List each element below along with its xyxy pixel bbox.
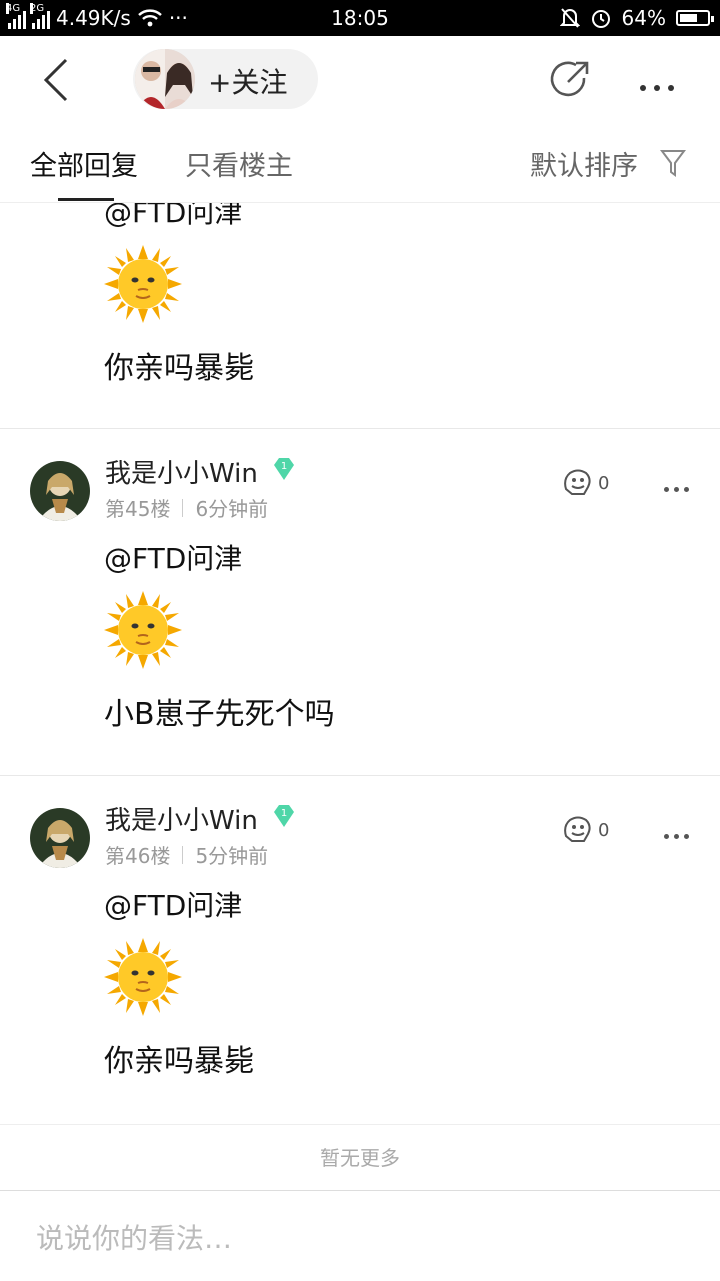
alarm-icon [591, 10, 610, 28]
user-avatar[interactable] [30, 808, 90, 868]
like-icon[interactable] [560, 467, 594, 497]
floor-number: 第46楼 [105, 844, 171, 868]
mention-text[interactable]: @FTD问津 [104, 203, 242, 231]
mention-text[interactable]: @FTD问津 [104, 884, 242, 924]
more-menu-icon[interactable] [640, 76, 682, 95]
sort-dropdown[interactable]: 默认排序 [530, 144, 638, 183]
level-badge-icon: 1 [274, 805, 294, 827]
share-icon[interactable] [548, 58, 592, 102]
tab-active-indicator [58, 198, 114, 201]
tab-op-only[interactable]: 只看楼主 [185, 144, 293, 183]
sun-emoji-icon [104, 591, 182, 669]
post-time: 5分钟前 [195, 844, 269, 868]
level-badge-icon: 1 [274, 458, 294, 480]
back-arrow-icon[interactable] [40, 58, 80, 102]
svg-text:1: 1 [281, 808, 287, 819]
comment-text: 你亲吗暴毙 [104, 351, 254, 386]
nav-bar: +关注 [0, 36, 720, 126]
username[interactable]: 我是小小Win [105, 453, 258, 490]
comment-input[interactable]: 说说你的看法… [0, 1190, 720, 1281]
sun-emoji-icon [104, 245, 182, 323]
battery-icon [676, 10, 714, 26]
reply-post: 我是小小Win 1 第45楼 6分钟前 0 @FTD问津 小B崽子先死个吗 [0, 429, 720, 774]
comment-input-placeholder: 说说你的看法… [36, 1222, 233, 1255]
post-more-icon[interactable] [664, 477, 694, 496]
reply-tabs: 全部回复 只看楼主 默认排序 [0, 126, 720, 203]
status-bar: 4G 2G 4.49K/s ··· 18:05 64% [0, 0, 720, 36]
filter-icon[interactable] [660, 148, 686, 178]
like-count: 0 [598, 820, 610, 841]
follow-button[interactable]: +关注 [133, 49, 318, 109]
no-more-text: 暂无更多 [320, 1146, 400, 1170]
battery-percent: 64% [621, 6, 666, 30]
like-count: 0 [598, 473, 610, 494]
author-avatar [135, 49, 195, 109]
no-more-indicator: 暂无更多 [0, 1124, 720, 1191]
clock: 18:05 [331, 6, 389, 30]
tab-all-replies[interactable]: 全部回复 [30, 144, 138, 183]
reply-post: 我是小小Win 1 第46楼 5分钟前 0 @FTD问津 你亲吗暴毙 [0, 776, 720, 1121]
partial-post: @FTD问津 你亲吗暴毙 [0, 203, 720, 428]
comment-text: 你亲吗暴毙 [104, 1044, 254, 1079]
mute-bell-icon [559, 8, 580, 28]
comment-text: 小B崽子先死个吗 [104, 697, 335, 732]
post-more-icon[interactable] [664, 824, 694, 843]
username[interactable]: 我是小小Win [105, 800, 258, 837]
post-meta: 第45楼 6分钟前 [105, 493, 268, 522]
post-meta: 第46楼 5分钟前 [105, 840, 268, 869]
mention-text[interactable]: @FTD问津 [104, 537, 242, 577]
sun-emoji-icon [104, 938, 182, 1016]
user-avatar[interactable] [30, 461, 90, 521]
follow-label: +关注 [208, 66, 288, 99]
svg-text:1: 1 [281, 461, 287, 472]
floor-number: 第45楼 [105, 497, 171, 521]
post-time: 6分钟前 [195, 497, 269, 521]
like-icon[interactable] [560, 814, 594, 844]
